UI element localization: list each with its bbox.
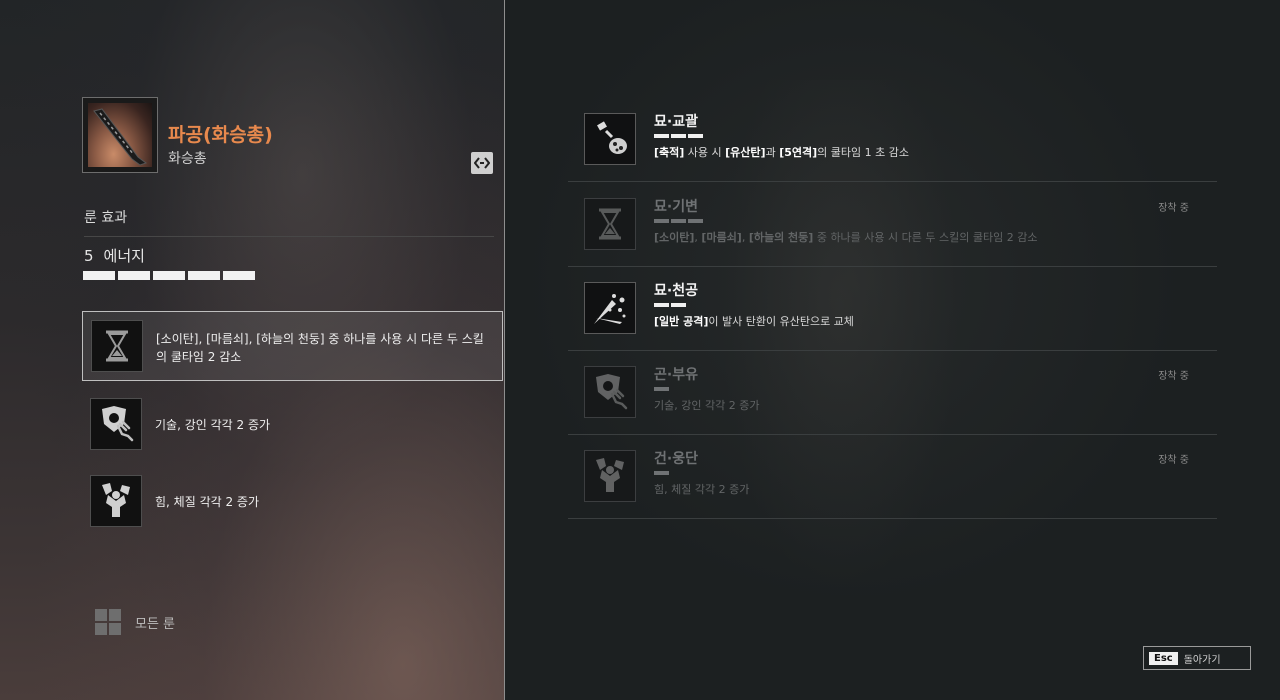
energy-bar — [188, 271, 220, 280]
strength-icon — [584, 450, 636, 502]
rune-item-gyogwal[interactable]: 묘·교괄 [축적] 사용 시 [유산탄]과 [5연격]의 쿨타임 1 초 감소 — [568, 97, 1217, 182]
rune-name: 묘·기변 — [654, 199, 698, 215]
esc-key: Esc — [1149, 651, 1178, 665]
rune-cost-bars — [654, 134, 703, 138]
all-runes-button[interactable]: 모든 룬 — [95, 609, 175, 635]
shield-hand-icon — [584, 366, 636, 418]
strength-icon — [90, 475, 142, 527]
rune-name: 묘·천공 — [654, 283, 698, 299]
energy-bar — [223, 271, 255, 280]
rune-item-cheongong[interactable]: 묘·천공 [일반 공격]이 발사 탄환이 유산탄으로 교체 — [568, 266, 1217, 351]
rune-description: 기술, 강인 각각 2 증가 — [654, 399, 760, 412]
rune-item-buyu[interactable]: 곤·부유 기술, 강인 각각 2 증가 장착 중 — [568, 350, 1217, 435]
equipped-badge: 장착 중 — [1158, 203, 1189, 214]
rune-name: 건·웅단 — [654, 451, 698, 467]
energy-label: 에너지 — [103, 247, 145, 265]
rune-cost-bars — [654, 387, 669, 391]
rune-cost-bars — [654, 303, 686, 307]
rune-name: 곤·부유 — [654, 367, 698, 383]
effect-row-dex-tough[interactable]: 기술, 강인 각각 2 증가 — [82, 390, 503, 460]
weapon-type: 화승총 — [168, 151, 207, 167]
energy-bar — [83, 271, 115, 280]
all-runes-label: 모든 룬 — [135, 616, 176, 632]
energy-value: 5 — [84, 247, 94, 265]
energy-bars — [83, 271, 255, 280]
back-button[interactable]: Esc 돌아가기 — [1143, 646, 1251, 670]
equipped-badge: 장착 중 — [1158, 371, 1189, 382]
energy-bar — [118, 271, 150, 280]
divider — [84, 236, 494, 237]
rune-name: 묘·교괄 — [654, 114, 698, 130]
swap-weapon-button[interactable] — [471, 152, 493, 174]
rune-description: [축적] 사용 시 [유산탄]과 [5연격]의 쿨타임 1 초 감소 — [654, 146, 909, 159]
rune-item-woongdan[interactable]: 건·웅단 힘, 체질 각각 2 증가 장착 중 — [568, 434, 1217, 519]
effect-row-cooldown[interactable]: [소이탄], [마름쇠], [하늘의 천둥] 중 하나를 사용 시 다른 두 스… — [82, 311, 503, 381]
equipped-badge: 장착 중 — [1158, 455, 1189, 466]
rune-description: [일반 공격]이 발사 탄환이 유산탄으로 교체 — [654, 315, 854, 328]
rune-description: [소이탄], [마름쇠], [하늘의 천둥] 중 하나를 사용 시 다른 두 스… — [654, 231, 1038, 244]
rune-cost-bars — [654, 471, 669, 475]
musket-icon — [82, 97, 158, 173]
weapon-name: 파공(화승총) — [168, 124, 273, 146]
weapon-panel: 파공(화승총) 화승총 룬 효과 5 에너지 [소이탄], [마름쇠], [하늘의… — [0, 0, 505, 700]
effect-text: 기술, 강인 각각 2 증가 — [155, 418, 271, 432]
scatter-shot-icon — [584, 282, 636, 334]
rune-description: 힘, 체질 각각 2 증가 — [654, 483, 750, 496]
energy-bar — [153, 271, 185, 280]
effect-row-str-con[interactable]: 힘, 체질 각각 2 증가 — [82, 467, 503, 537]
hourglass-icon — [91, 320, 143, 372]
rune-effect-label: 룬 효과 — [84, 210, 128, 226]
rune-item-gibyeon[interactable]: 묘·기변 [소이탄], [마름쇠], [하늘의 천둥] 중 하나를 사용 시 다… — [568, 182, 1217, 267]
hourglass-icon — [584, 198, 636, 250]
back-label: 돌아가기 — [1183, 654, 1221, 666]
swap-icon — [474, 157, 490, 169]
energy-display: 5 에너지 — [84, 245, 145, 266]
effect-text: 힘, 체질 각각 2 증가 — [155, 495, 259, 509]
grid-icon — [95, 609, 121, 635]
rune-cost-bars — [654, 219, 703, 223]
effect-text: [소이탄], [마름쇠], [하늘의 천둥] 중 하나를 사용 시 다른 두 스… — [156, 332, 484, 364]
bomb-icon — [584, 113, 636, 165]
shield-hand-icon — [90, 398, 142, 450]
